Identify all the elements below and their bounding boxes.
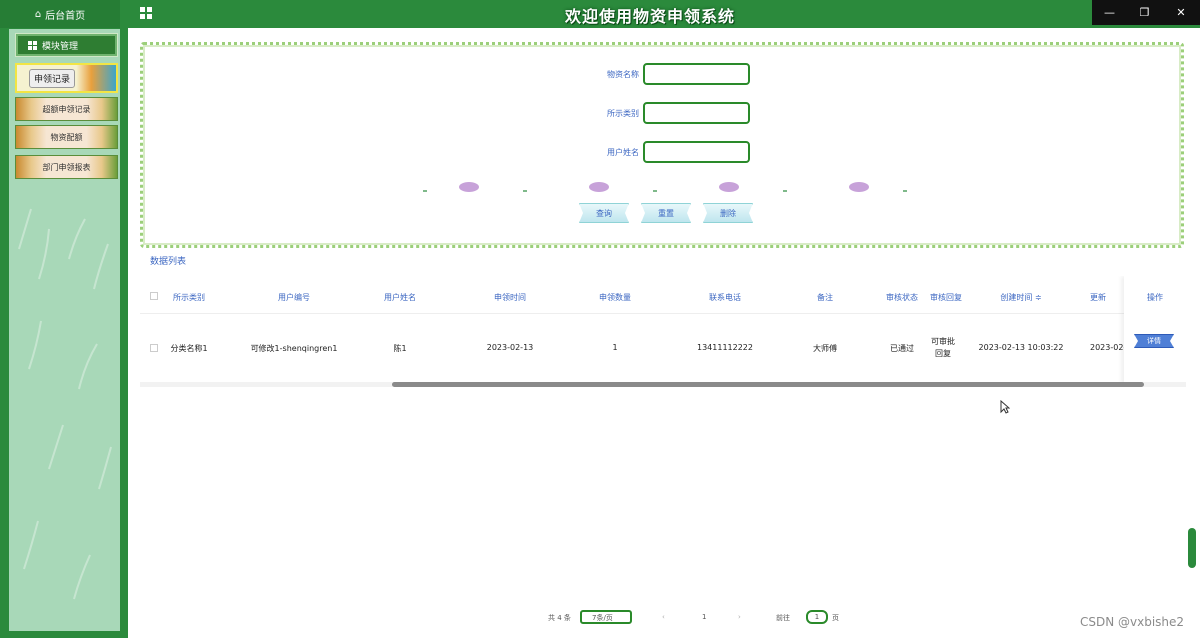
column-header: 操作	[1147, 293, 1163, 302]
column-header: 联系电话	[709, 293, 741, 302]
material-name-input[interactable]	[643, 63, 750, 85]
cell-remark: 大师傅	[813, 344, 837, 353]
mouse-cursor-icon	[1000, 400, 1010, 414]
sidebar-item-dept-report[interactable]: 部门申领报表	[15, 155, 118, 179]
module-grid-icon	[28, 40, 37, 50]
table-row: 分类名称1 可修改1-shenqingren1 陈1 2023-02-13 1 …	[140, 314, 1186, 384]
cell-user-name: 陈1	[393, 344, 407, 353]
field-label: 用户姓名	[607, 148, 639, 157]
column-header: 审核回复	[930, 293, 962, 302]
page-number[interactable]: 1	[702, 613, 706, 621]
sidebar-item-label: 申领记录	[29, 68, 76, 88]
page-title: 欢迎使用物资申领系统	[564, 7, 735, 26]
field-row: 所示类别	[143, 102, 1187, 124]
reset-button[interactable]: 重置	[641, 203, 691, 223]
sidebar-item-label: 物资配额	[50, 132, 83, 142]
grass-decoration	[18, 208, 112, 600]
app-window: ⌂ 后台首页 欢迎使用物资申领系统 — ❐ ✕ 模块管理 申领记录 超额申领记录…	[0, 0, 1200, 638]
cell-status: 已通过	[890, 344, 914, 353]
goto-prefix: 前往	[776, 614, 790, 622]
delete-button[interactable]: 删除	[703, 203, 753, 223]
home-icon: ⌂	[34, 8, 42, 20]
minimize-button[interactable]: —	[1092, 0, 1127, 25]
column-header: 用户姓名	[384, 293, 416, 302]
window-controls: — ❐ ✕	[1092, 0, 1200, 25]
total-count: 共 4 条	[548, 614, 571, 622]
column-header-sortable[interactable]: 创建时间 ≑	[976, 292, 1066, 303]
user-name-input[interactable]	[643, 141, 750, 163]
page-size-select[interactable]: 7条/页	[580, 610, 632, 624]
goto-suffix: 页	[832, 614, 839, 622]
column-header: 申领时间	[494, 293, 526, 302]
column-header: 更新	[1090, 293, 1106, 302]
menu-toggle-icon[interactable]	[140, 7, 152, 19]
home-label: 后台首页	[45, 10, 86, 22]
watermark: CSDN @vxbishe2	[1080, 615, 1185, 629]
cell-created: 2023-02-13 10:03:22	[978, 343, 1064, 352]
top-bar: ⌂ 后台首页 欢迎使用物资申领系统 — ❐ ✕	[0, 0, 1200, 28]
cell-updated: 2023-02-	[1090, 343, 1124, 352]
goto-page-input[interactable]: 1	[806, 610, 828, 624]
cell-category: 分类名称1	[170, 344, 208, 353]
search-actions: 查询 重置 删除	[579, 203, 759, 225]
action-column: 操作 详情	[1124, 276, 1186, 384]
query-button[interactable]: 查询	[579, 203, 629, 223]
field-row: 用户姓名	[143, 141, 1187, 163]
select-all-checkbox[interactable]	[150, 292, 158, 300]
vertical-scrollbar[interactable]	[1188, 528, 1196, 568]
next-page-button[interactable]: ›	[738, 613, 741, 621]
list-title: 数据列表	[150, 257, 187, 267]
column-header: 所示类别	[173, 293, 205, 302]
column-header: 审核状态	[886, 293, 918, 302]
sidebar-item-excess-records[interactable]: 超额申领记录	[15, 97, 118, 121]
prev-page-button[interactable]: ‹	[662, 613, 665, 621]
cell-apply-time: 2023-02-13	[486, 343, 534, 352]
category-input[interactable]	[643, 102, 750, 124]
sidebar-section-label: 模块管理	[42, 41, 79, 52]
sidebar: 模块管理 申领记录 超额申领记录 物资配额 部门申领报表	[0, 28, 128, 638]
row-checkbox[interactable]	[150, 344, 158, 352]
cell-quantity: 1	[612, 343, 618, 352]
sidebar-panel: 模块管理 申领记录 超额申领记录 物资配额 部门申领报表	[8, 28, 121, 632]
sidebar-section-header[interactable]: 模块管理	[15, 33, 118, 57]
scrollbar-thumb[interactable]	[392, 382, 1144, 387]
field-label: 物资名称	[607, 70, 639, 79]
sidebar-item-label: 部门申领报表	[42, 162, 91, 172]
detail-button[interactable]: 详情	[1134, 334, 1174, 348]
column-header: 用户编号	[278, 293, 310, 302]
table-header: 所示类别 用户编号 用户姓名 申领时间 申领数量 联系电话 备注 审核状态 审核…	[140, 276, 1186, 314]
sidebar-item-apply-records[interactable]: 申领记录	[15, 63, 118, 93]
column-header: 申领数量	[599, 293, 631, 302]
column-header: 备注	[817, 293, 833, 302]
restore-button[interactable]: ❐	[1127, 0, 1162, 25]
cell-user-no: 可修改1-shenqingren1	[250, 344, 338, 353]
search-form: 物资名称 所示类别 用户姓名 查询 重置 删除	[140, 42, 1184, 248]
field-label: 所示类别	[607, 109, 639, 118]
cell-phone: 13411112222	[697, 343, 753, 352]
close-button[interactable]: ✕	[1162, 0, 1200, 25]
horizontal-scrollbar[interactable]	[140, 382, 1186, 387]
data-table: 所示类别 用户编号 用户姓名 申领时间 申领数量 联系电话 备注 审核状态 审核…	[140, 276, 1186, 388]
main-content: 物资名称 所示类别 用户姓名 查询 重置 删除 数据列表 所示类别 用户编号 用…	[128, 28, 1200, 638]
home-link[interactable]: ⌂ 后台首页	[0, 0, 120, 28]
flower-decoration	[423, 182, 907, 192]
field-row: 物资名称	[143, 63, 1187, 85]
sidebar-item-label: 超额申领记录	[42, 104, 91, 114]
sidebar-item-quota[interactable]: 物资配额	[15, 125, 118, 149]
cell-reply: 可审批回复	[931, 337, 955, 358]
